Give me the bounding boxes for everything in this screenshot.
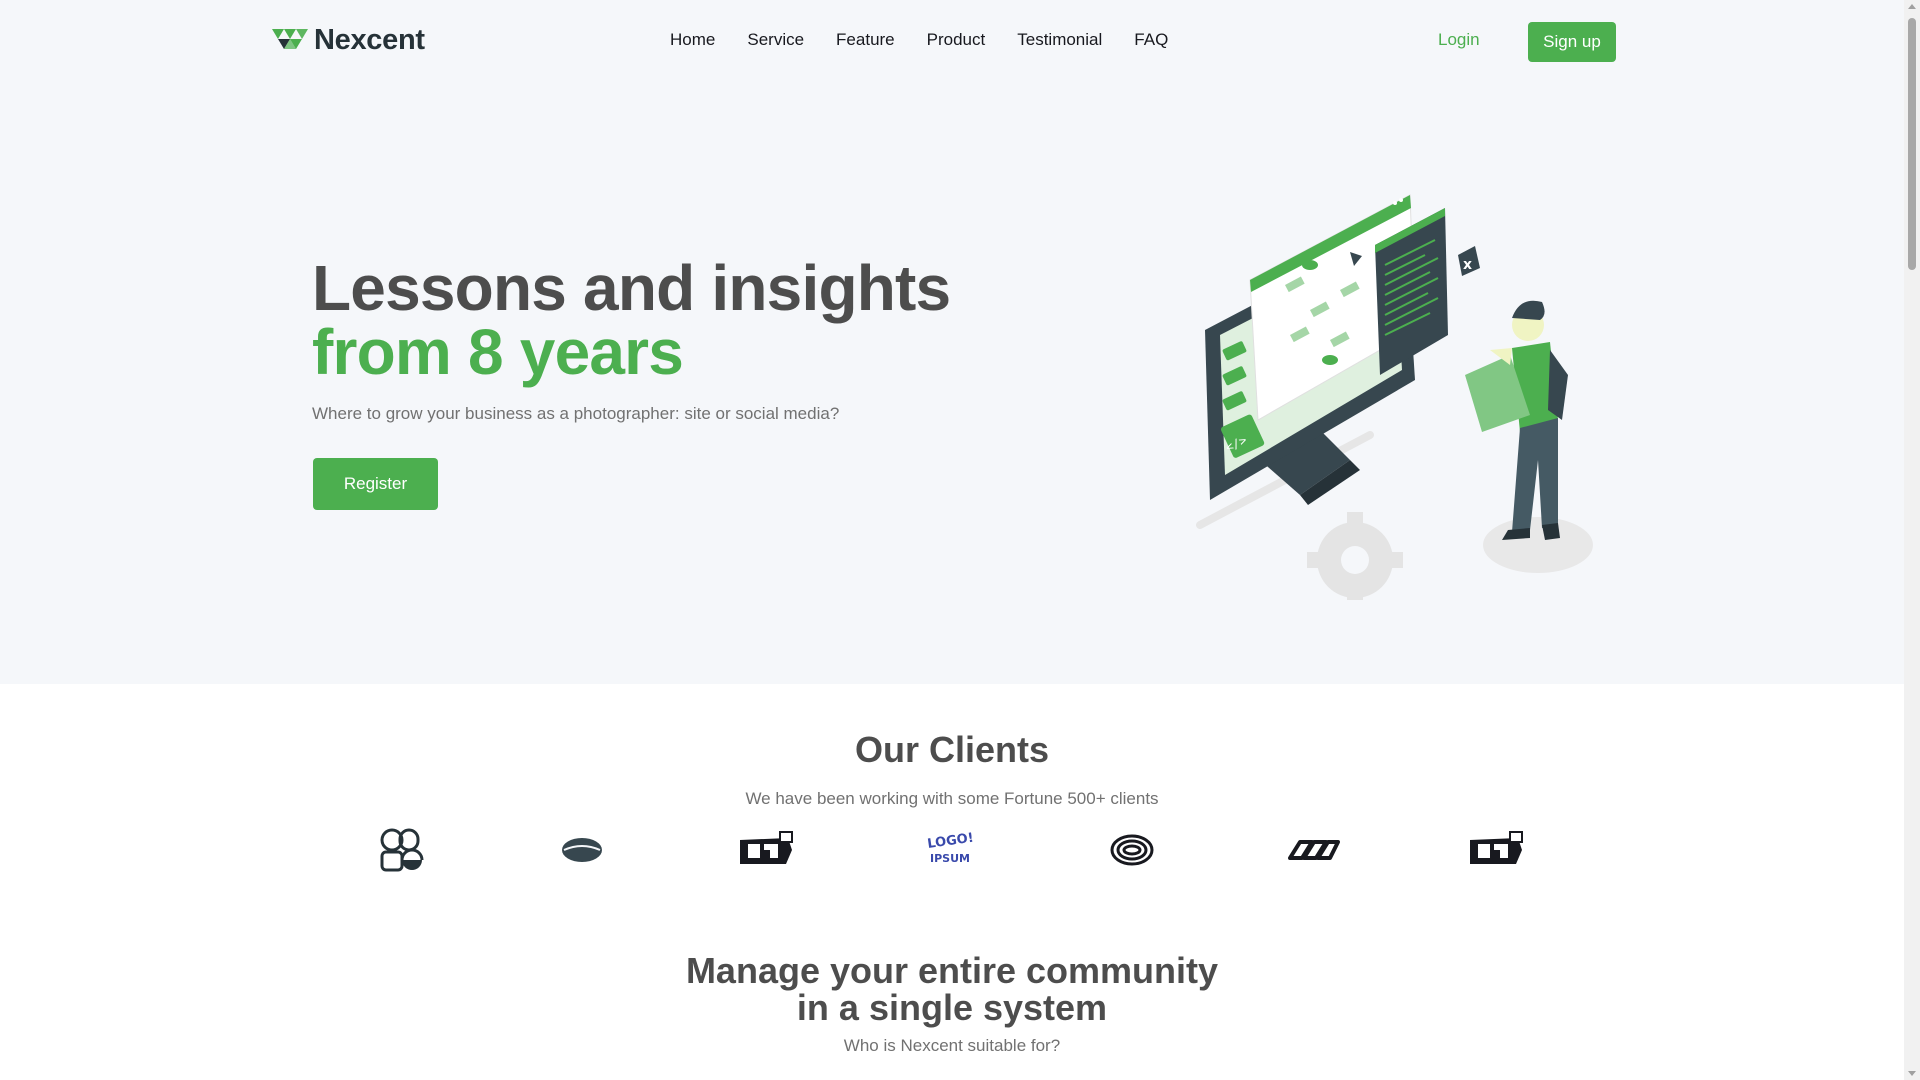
developer-monitor-illustration: </> x [1196, 194, 1593, 600]
client-logo-4: LOGO! IPSUM [926, 831, 974, 865]
gear-icon [1307, 512, 1403, 600]
hero-title: Lessons and insights from 8 years [312, 252, 951, 388]
client-logo-6 [1288, 840, 1340, 860]
brand-name: Nexcent [314, 24, 425, 56]
signup-button[interactable]: Sign up [1528, 22, 1616, 62]
manage-title-line2: in a single system [796, 987, 1108, 1028]
svg-text:IPSUM: IPSUM [930, 852, 970, 865]
svg-text:x: x [1463, 257, 1472, 273]
navbar: Nexcent Home Service Feature Product Tes… [0, 0, 1904, 84]
client-logos: LOGO! IPSUM [0, 826, 1904, 874]
client-logo-5 [1110, 834, 1154, 866]
manage-title: Manage your entire community in a single… [0, 952, 1904, 1026]
client-logo-1 [380, 828, 424, 872]
svg-text:LOGO!: LOGO! [926, 831, 974, 852]
nav-link-testimonial[interactable]: Testimonial [1017, 30, 1102, 50]
manage-subtitle: Who is Nexcent suitable for? [843, 1036, 1061, 1055]
clients-title: Our Clients [854, 729, 1050, 770]
scroll-down-arrow-icon[interactable] [1908, 1071, 1916, 1076]
nav-link-faq[interactable]: FAQ [1134, 30, 1168, 50]
nav-links: Home Service Feature Product Testimonial… [670, 30, 1168, 50]
page: Nexcent Home Service Feature Product Tes… [0, 0, 1904, 1080]
hero-title-line1: Lessons and insights [312, 252, 951, 324]
client-logo-3 [740, 831, 793, 864]
person-illustration [1465, 300, 1568, 540]
register-button[interactable]: Register [313, 458, 438, 510]
manage-title-line1: Manage your entire community [685, 950, 1219, 991]
nav-link-feature[interactable]: Feature [836, 30, 895, 50]
nav-link-home[interactable]: Home [670, 30, 715, 50]
clients-subtitle: We have been working with some Fortune 5… [745, 789, 1159, 808]
triangles-logo-icon [272, 28, 308, 49]
nav-link-service[interactable]: Service [747, 30, 804, 50]
client-logo-7 [1470, 831, 1523, 864]
nav-link-product[interactable]: Product [927, 30, 986, 50]
login-link[interactable]: Login [1438, 30, 1480, 50]
client-logo-2 [562, 838, 602, 862]
hero-title-line2: from 8 years [312, 316, 684, 388]
brand-logo[interactable]: Nexcent [272, 24, 425, 57]
scroll-up-arrow-icon[interactable] [1908, 4, 1916, 9]
close-box-icon: x [1458, 246, 1480, 276]
scroll-thumb[interactable] [1908, 18, 1916, 270]
hero-subtitle: Where to grow your business as a photogr… [312, 404, 840, 423]
scrollbar[interactable] [1904, 0, 1920, 1080]
